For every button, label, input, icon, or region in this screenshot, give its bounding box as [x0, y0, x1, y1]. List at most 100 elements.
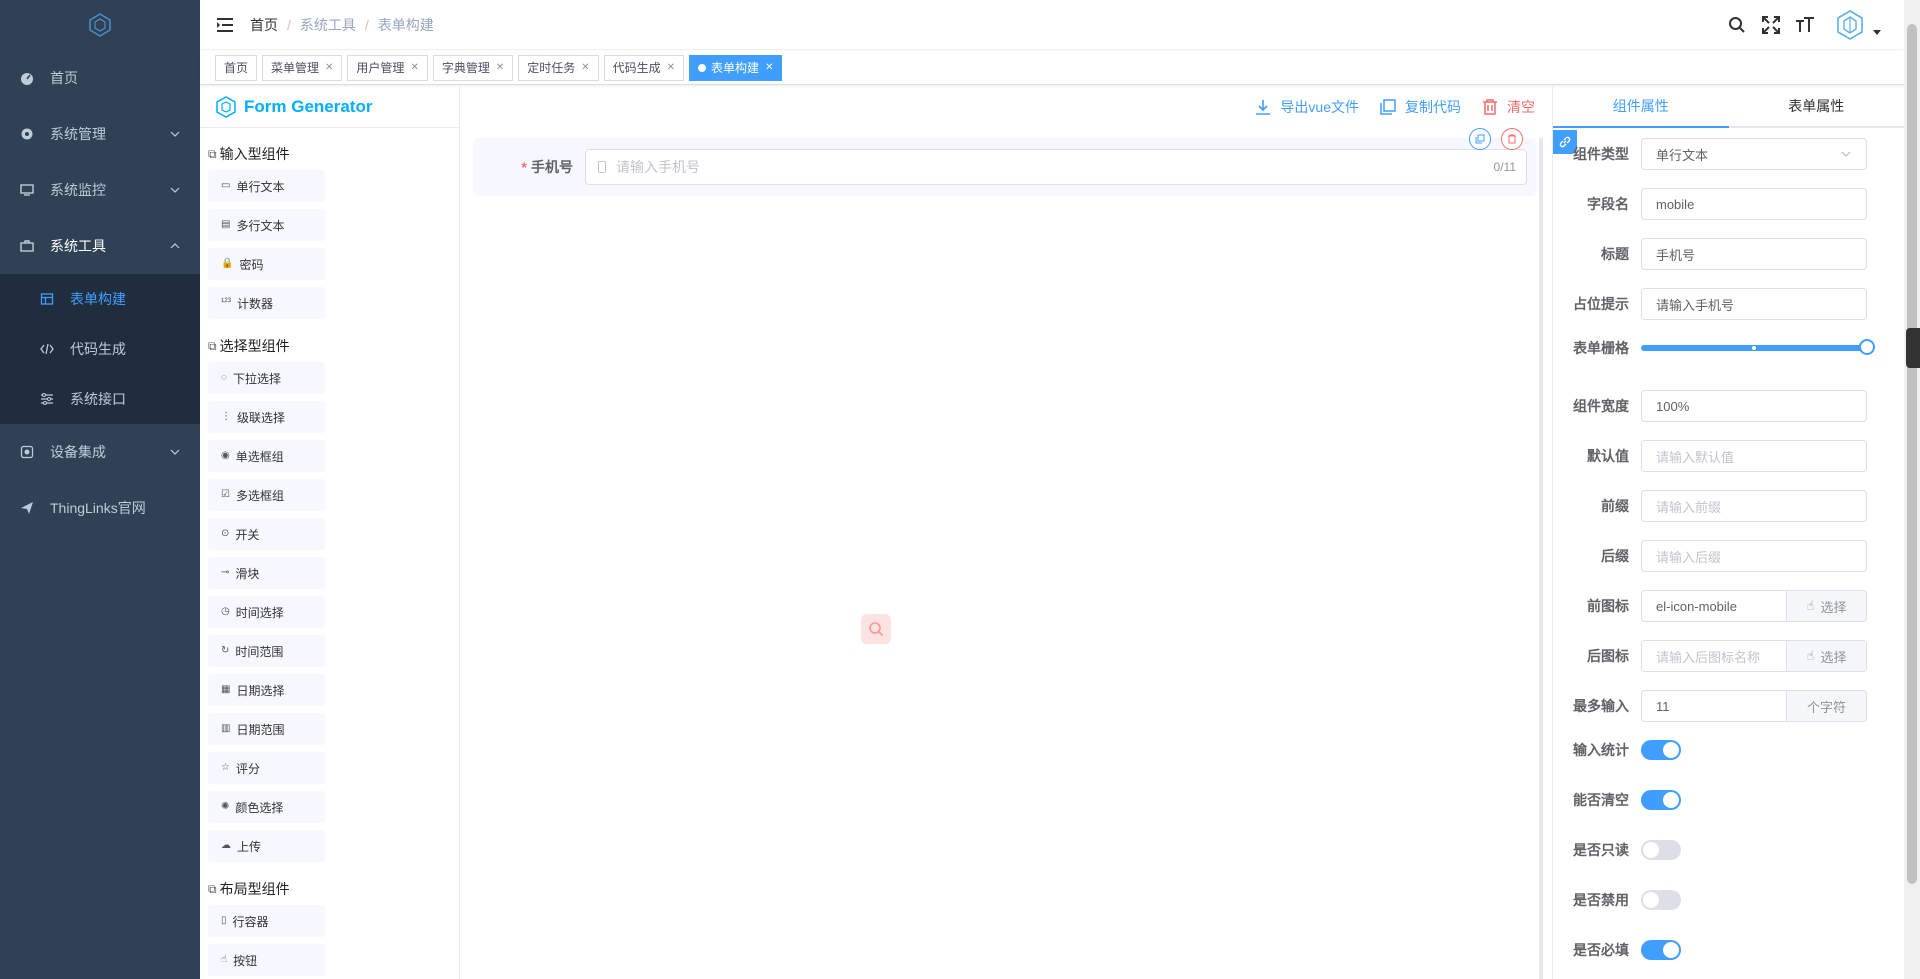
default-label: 默认值 [1587, 448, 1629, 464]
component-item[interactable]: ☁ 上传 [208, 830, 325, 862]
maxlength-input[interactable]: 11 [1641, 690, 1787, 722]
sidebar-item-home[interactable]: 首页 [0, 50, 200, 106]
title-input[interactable]: 手机号 [1641, 238, 1867, 270]
close-icon[interactable]: ✕ [325, 56, 333, 80]
close-icon[interactable]: ✕ [667, 56, 675, 80]
component-item[interactable]: ▦ 日期选择 [208, 674, 325, 706]
component-label: 按钮 [233, 953, 258, 968]
component-item[interactable]: ↻ 时间范围 [208, 635, 325, 667]
width-input[interactable]: 100% [1641, 390, 1867, 422]
word-limit-switch[interactable] [1641, 740, 1681, 760]
component-item[interactable]: ▯ 行容器 [208, 905, 325, 937]
component-item[interactable]: ⋮ 级联选择 [208, 401, 325, 433]
tag-job[interactable]: 定时任务 ✕ [518, 54, 599, 81]
tag-label: 定时任务 [527, 60, 576, 75]
hamburger-button[interactable] [200, 0, 250, 50]
component-item[interactable]: ▭ 单行文本 [208, 170, 325, 202]
default-input[interactable]: 请输入默认值 [1641, 440, 1867, 472]
component-item[interactable]: ▥ 日期范围 [208, 713, 325, 745]
tag-dict[interactable]: 字典管理 ✕ [432, 54, 514, 81]
component-group-title: ⧉ 布局型组件 [208, 879, 451, 899]
sidebar-item-tools[interactable]: 系统工具 [0, 218, 200, 274]
prefix-icon-select-button[interactable]: ☝ 选择 [1787, 590, 1867, 622]
tab-form-props[interactable]: 表单属性 [1729, 86, 1905, 126]
close-icon[interactable]: ✕ [581, 56, 589, 80]
button-icon: ☝ [221, 954, 228, 965]
row-readonly: 是否只读 [1553, 840, 1893, 860]
component-item[interactable]: ◉ 单选框组 [208, 440, 325, 472]
group-title-text: 布局型组件 [219, 881, 290, 897]
tag-gen[interactable]: 代码生成 ✕ [603, 54, 685, 81]
action-bar: 导出vue文件 复制代码 清空 [461, 86, 1551, 128]
disabled-switch[interactable] [1641, 890, 1681, 910]
clearable-switch[interactable] [1641, 790, 1681, 810]
component-item[interactable]: 🔒 密码 [208, 248, 325, 280]
tag-menu[interactable]: 菜单管理 ✕ [262, 54, 343, 81]
component-item[interactable]: ☑ 多选框组 [208, 479, 325, 511]
grid-slider[interactable] [1641, 339, 1875, 355]
component-item[interactable]: ✺ 颜色选择 [208, 791, 325, 823]
search-button[interactable] [1720, 0, 1754, 50]
switch-knob [1663, 792, 1679, 808]
prefix-input[interactable]: 请输入前缀 [1641, 490, 1867, 522]
close-icon[interactable]: ✕ [496, 56, 504, 80]
component-label: 行容器 [232, 914, 269, 929]
page-scrollbar[interactable] [1904, 0, 1920, 979]
side-drawer-handle[interactable] [1906, 328, 1920, 368]
sidebar-item-website[interactable]: ThingLinks官网 [0, 480, 200, 536]
sidebar-item-device[interactable]: 设备集成 [0, 424, 200, 480]
suffix-input[interactable]: 请输入后缀 [1641, 540, 1867, 572]
suffix-icon-select-button[interactable]: ☝ 选择 [1787, 640, 1867, 672]
tag-home[interactable]: 首页 [215, 54, 258, 81]
required-switch[interactable] [1641, 940, 1681, 960]
suffix-icon-input[interactable]: 请输入后图标名称 [1641, 640, 1787, 672]
copy-item-button[interactable] [1469, 128, 1491, 150]
tag-build[interactable]: 表单构建 ✕ [689, 54, 783, 81]
delete-item-button[interactable] [1501, 128, 1523, 150]
drawing-item-mobile[interactable]: * 手机号 请输入手机号 0/11 [473, 128, 1537, 196]
user-avatar-dropdown[interactable] [1832, 7, 1882, 43]
placeholder-input[interactable]: 请输入手机号 [1641, 288, 1867, 320]
pointer-icon: ☝ [1806, 648, 1815, 663]
word-count: 0/11 [1493, 160, 1516, 174]
close-icon[interactable]: ✕ [410, 56, 418, 80]
readonly-switch[interactable] [1641, 840, 1681, 860]
mobile-input[interactable]: 请输入手机号 0/11 [585, 149, 1527, 185]
component-item[interactable]: ◌ 下拉选择 [208, 362, 325, 394]
close-icon[interactable]: ✕ [765, 56, 773, 80]
field-name-input[interactable]: mobile [1641, 188, 1867, 220]
clearable-label: 能否清空 [1573, 792, 1629, 808]
clear-button[interactable]: 清空 [1481, 97, 1535, 117]
component-item[interactable]: ▤ 多行文本 [208, 209, 325, 241]
component-item[interactable]: ◷ 时间选择 [208, 596, 325, 628]
breadcrumb-home[interactable]: 首页 [250, 15, 278, 35]
width-label: 组件宽度 [1573, 398, 1629, 414]
prefix-icon-input[interactable]: el-icon-mobile [1641, 590, 1787, 622]
sidebar-item-system[interactable]: 系统管理 [0, 106, 200, 162]
copy-label: 复制代码 [1405, 99, 1461, 115]
component-item[interactable]: ☝ 按钮 [208, 944, 325, 976]
row-disabled: 是否禁用 [1553, 890, 1893, 910]
tag-label: 首页 [224, 60, 249, 75]
export-vue-button[interactable]: 导出vue文件 [1254, 97, 1359, 117]
tab-component-props[interactable]: 组件属性 [1553, 86, 1729, 128]
tag-user[interactable]: 用户管理 ✕ [347, 54, 428, 81]
slider-handle[interactable] [1859, 339, 1875, 355]
fullscreen-button[interactable] [1754, 0, 1788, 50]
component-item[interactable]: ⊸ 滑块 [208, 557, 325, 589]
floating-search-button[interactable] [861, 614, 891, 644]
scrollbar-thumb[interactable] [1907, 24, 1917, 884]
sidebar-item-swagger[interactable]: 系统接口 [0, 374, 200, 424]
sidebar-item-monitor[interactable]: 系统监控 [0, 162, 200, 218]
type-select[interactable]: 单行文本 [1641, 138, 1867, 170]
component-item[interactable]: ☆ 评分 [208, 752, 325, 784]
component-item[interactable]: ¹²³ 计数器 [208, 287, 325, 319]
monitor-icon [20, 183, 34, 197]
logo[interactable] [0, 0, 200, 50]
sidebar-item-form-build[interactable]: 表单构建 [0, 274, 200, 324]
sidebar-item-code-gen[interactable]: 代码生成 [0, 324, 200, 374]
component-item[interactable]: ⊙ 开关 [208, 518, 325, 550]
copy-code-button[interactable]: 复制代码 [1379, 97, 1461, 117]
clear-label: 清空 [1507, 99, 1535, 115]
size-select-button[interactable] [1788, 0, 1822, 50]
